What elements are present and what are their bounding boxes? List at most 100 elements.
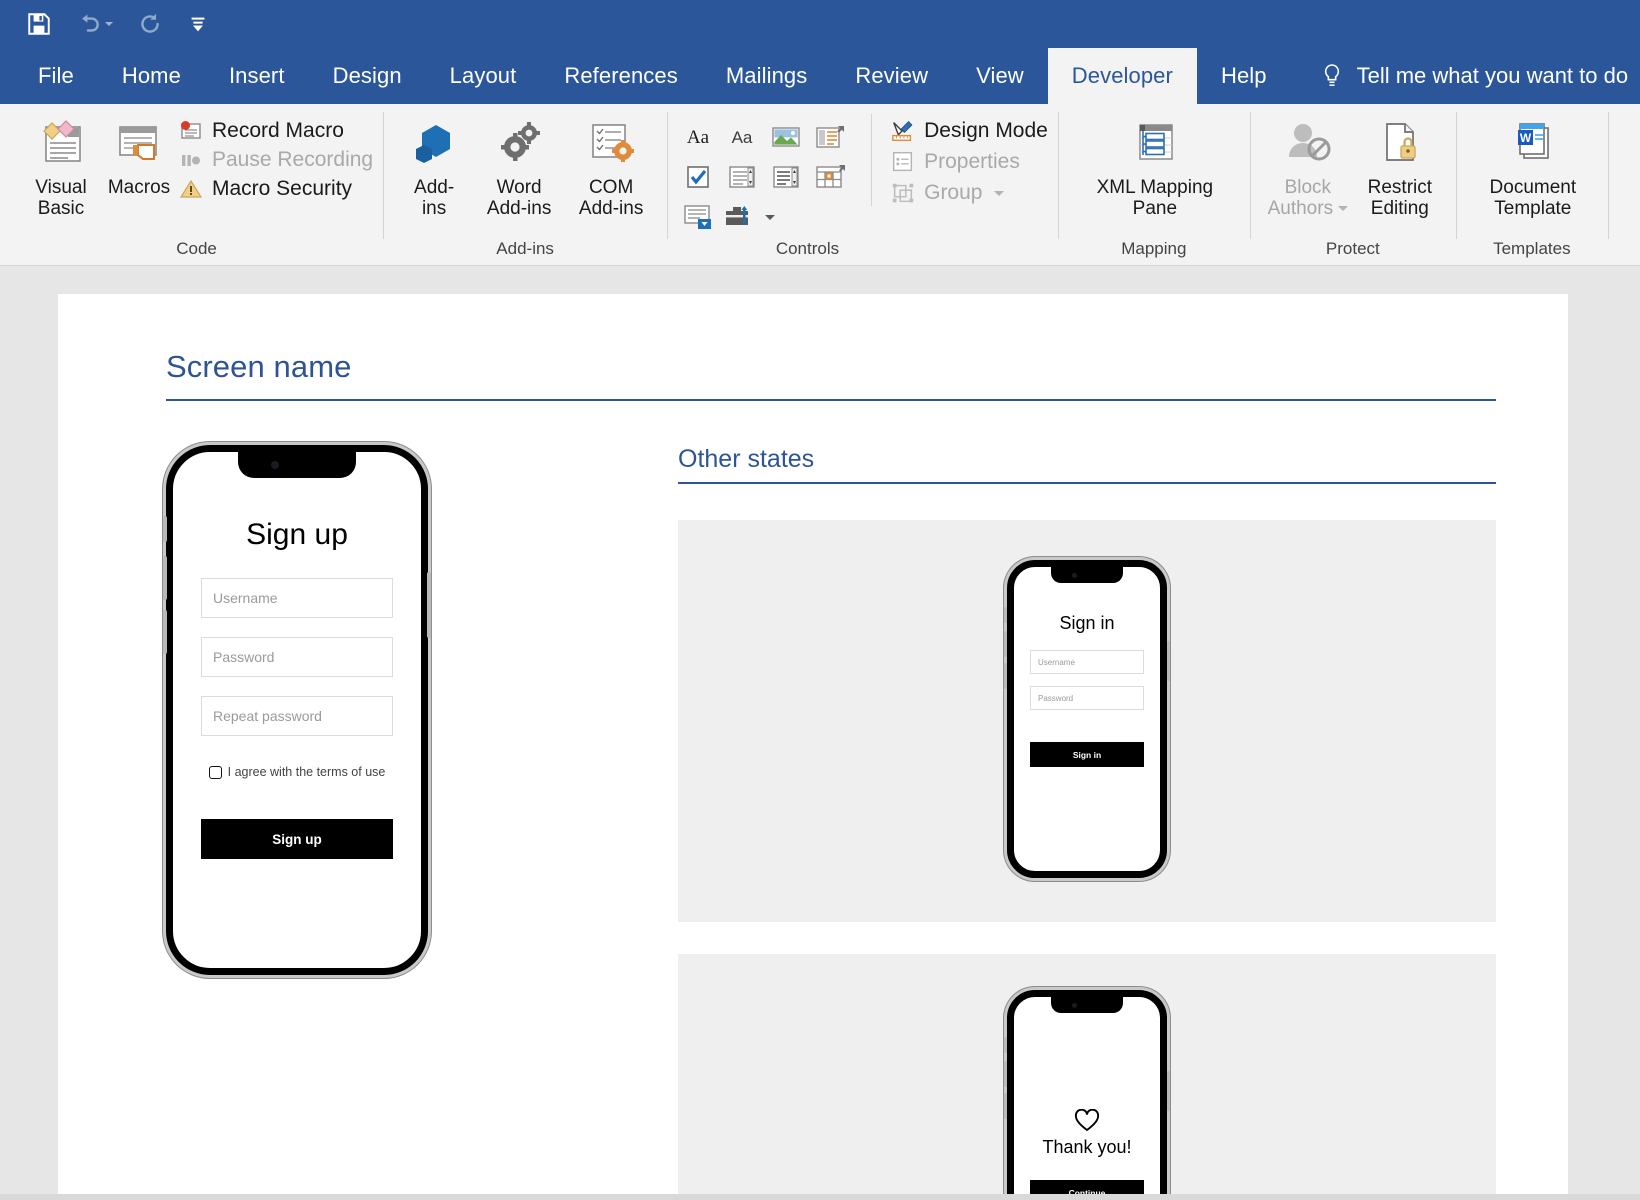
phone-side-button-volume-down: [163, 610, 167, 654]
document-template-label-1: Document: [1490, 177, 1577, 198]
record-macro-button[interactable]: Record Macro: [178, 118, 373, 144]
sign-in-username-field[interactable]: Username: [1030, 650, 1144, 674]
macros-button[interactable]: Macros: [100, 114, 178, 203]
office-add-ins-button[interactable]: Add-ins: [395, 114, 473, 223]
redo-icon: [137, 11, 163, 37]
phone-mockup-sign-up[interactable]: Sign up Username Password Repeat passwor…: [166, 445, 428, 975]
tab-view[interactable]: View: [952, 48, 1048, 104]
tell-me-search[interactable]: Tell me what you want to do: [1291, 48, 1628, 104]
sign-up-button[interactable]: Sign up: [201, 819, 393, 859]
sign-in-password-field[interactable]: Password: [1030, 686, 1144, 710]
plain-text-content-control-icon: Aa: [726, 125, 758, 149]
visual-basic-button[interactable]: VisualBasic: [22, 114, 100, 223]
phone-side-button-power: [1167, 641, 1170, 681]
document-template-button[interactable]: W DocumentTemplate: [1468, 114, 1598, 223]
design-mode-label: Design Mode: [924, 119, 1048, 143]
pause-recording-label: Pause Recording: [212, 148, 373, 172]
sign-in-button[interactable]: Sign in: [1030, 742, 1144, 767]
check-box-content-control-button[interactable]: [679, 158, 717, 196]
sign-in-username-placeholder: Username: [1038, 658, 1075, 667]
macros-label: Macros: [108, 177, 170, 198]
properties-button: Properties: [890, 149, 1048, 175]
combo-box-content-control-icon: [727, 163, 757, 191]
phone-screen-sign-in: Sign in Username Password Sign in: [1014, 567, 1160, 767]
svg-text:W: W: [1520, 131, 1532, 145]
phone-mockup-thank-you[interactable]: Thank you! Continue: [1007, 990, 1167, 1200]
word-add-ins-label-2: Add-ins: [487, 198, 551, 219]
terms-checkbox-row[interactable]: I agree with the terms of use: [209, 765, 386, 779]
tab-insert[interactable]: Insert: [205, 48, 309, 104]
username-field[interactable]: Username: [201, 578, 393, 618]
content-controls-grid: Aa Aa: [679, 114, 849, 236]
block-authors-button: BlockAuthors: [1262, 114, 1354, 223]
date-picker-content-control-button[interactable]: [811, 158, 849, 196]
phone-notch: [1051, 997, 1123, 1013]
undo-dropdown-caret[interactable]: [105, 22, 113, 26]
canvas-bottom-edge: [0, 1194, 1640, 1200]
ribbon-group-templates: W DocumentTemplate Templates: [1456, 104, 1608, 265]
password-field[interactable]: Password: [201, 637, 393, 677]
phone-side-button-volume-down: [1004, 1093, 1007, 1119]
xml-mapping-pane-button[interactable]: XML MappingPane: [1070, 114, 1240, 223]
com-add-ins-label-2: Add-ins: [579, 198, 643, 219]
document-canvas[interactable]: Screen name Sign up Username: [0, 266, 1640, 1200]
save-button[interactable]: [26, 11, 52, 37]
terms-checkbox[interactable]: [209, 766, 222, 779]
tab-design[interactable]: Design: [309, 48, 426, 104]
combo-box-content-control-button[interactable]: [723, 158, 761, 196]
drop-down-list-content-control-button[interactable]: [767, 158, 805, 196]
rich-text-content-control-button[interactable]: Aa: [679, 118, 717, 156]
state-panel-sign-in: Sign in Username Password Sign in: [678, 520, 1496, 922]
record-macro-icon: [178, 118, 204, 144]
xml-mapping-pane-icon: [1126, 119, 1184, 173]
plain-text-content-control-button[interactable]: Aa: [723, 118, 761, 156]
tab-review[interactable]: Review: [831, 48, 952, 104]
heart-icon: [1074, 1109, 1100, 1133]
legacy-tools-icon: [723, 203, 755, 231]
phone-mockup-sign-in[interactable]: Sign in Username Password Sign in: [1007, 560, 1167, 878]
document-template-label-2: Template: [1494, 198, 1571, 219]
redo-button[interactable]: [137, 11, 163, 37]
repeating-section-content-control-button[interactable]: [679, 198, 717, 236]
com-add-ins-button[interactable]: COMAdd-ins: [565, 114, 657, 223]
restrict-editing-button[interactable]: RestrictEditing: [1354, 114, 1446, 223]
group-label-mapping: Mapping: [1058, 239, 1250, 265]
front-camera-icon: [1072, 573, 1077, 578]
chevron-down-bar-icon: [187, 13, 209, 35]
phone-side-button-volume-up: [1004, 631, 1007, 657]
customize-quick-access-toolbar-button[interactable]: [187, 13, 209, 35]
group-label-protect: Protect: [1250, 239, 1456, 265]
picture-content-control-button[interactable]: [767, 118, 805, 156]
phone-screen-sign-up: Sign up Username Password Repeat passwor…: [173, 452, 421, 859]
document-page[interactable]: Screen name Sign up Username: [58, 294, 1568, 1200]
repeat-password-field[interactable]: Repeat password: [201, 696, 393, 736]
undo-button[interactable]: [76, 11, 113, 37]
ribbon-group-controls: Aa Aa: [667, 104, 1058, 265]
building-block-gallery-icon: [814, 124, 846, 150]
office-add-ins-label-1: Add-: [414, 177, 454, 198]
word-add-ins-button[interactable]: WordAdd-ins: [473, 114, 565, 223]
legacy-tools-dropdown-caret[interactable]: [765, 215, 775, 220]
other-states-column: Other states Sign in Username: [678, 445, 1496, 1200]
design-mode-button[interactable]: Design Mode: [890, 118, 1048, 144]
check-box-content-control-icon: [683, 163, 713, 191]
tab-references[interactable]: References: [540, 48, 702, 104]
tab-home[interactable]: Home: [98, 48, 205, 104]
legacy-tools-button[interactable]: [723, 198, 805, 236]
macro-security-button[interactable]: Macro Security: [178, 176, 373, 202]
tab-developer[interactable]: Developer: [1048, 48, 1197, 104]
office-add-ins-label-2: ins: [422, 198, 446, 219]
tab-layout[interactable]: Layout: [426, 48, 541, 104]
building-block-gallery-button[interactable]: [811, 118, 849, 156]
repeating-section-content-control-icon: [682, 203, 714, 231]
terms-checkbox-label: I agree with the terms of use: [228, 765, 386, 779]
svg-text:Aa: Aa: [687, 127, 710, 148]
tab-file[interactable]: File: [14, 48, 98, 104]
tab-help[interactable]: Help: [1197, 48, 1291, 104]
ribbon-group-protect: BlockAuthors RestrictEditing: [1250, 104, 1456, 265]
com-add-ins-label-1: COM: [589, 177, 633, 198]
group-button: Group: [890, 180, 1048, 206]
restrict-editing-icon: [1371, 119, 1429, 173]
tab-mailings[interactable]: Mailings: [702, 48, 832, 104]
ribbon-body: VisualBasic: [0, 104, 1640, 266]
